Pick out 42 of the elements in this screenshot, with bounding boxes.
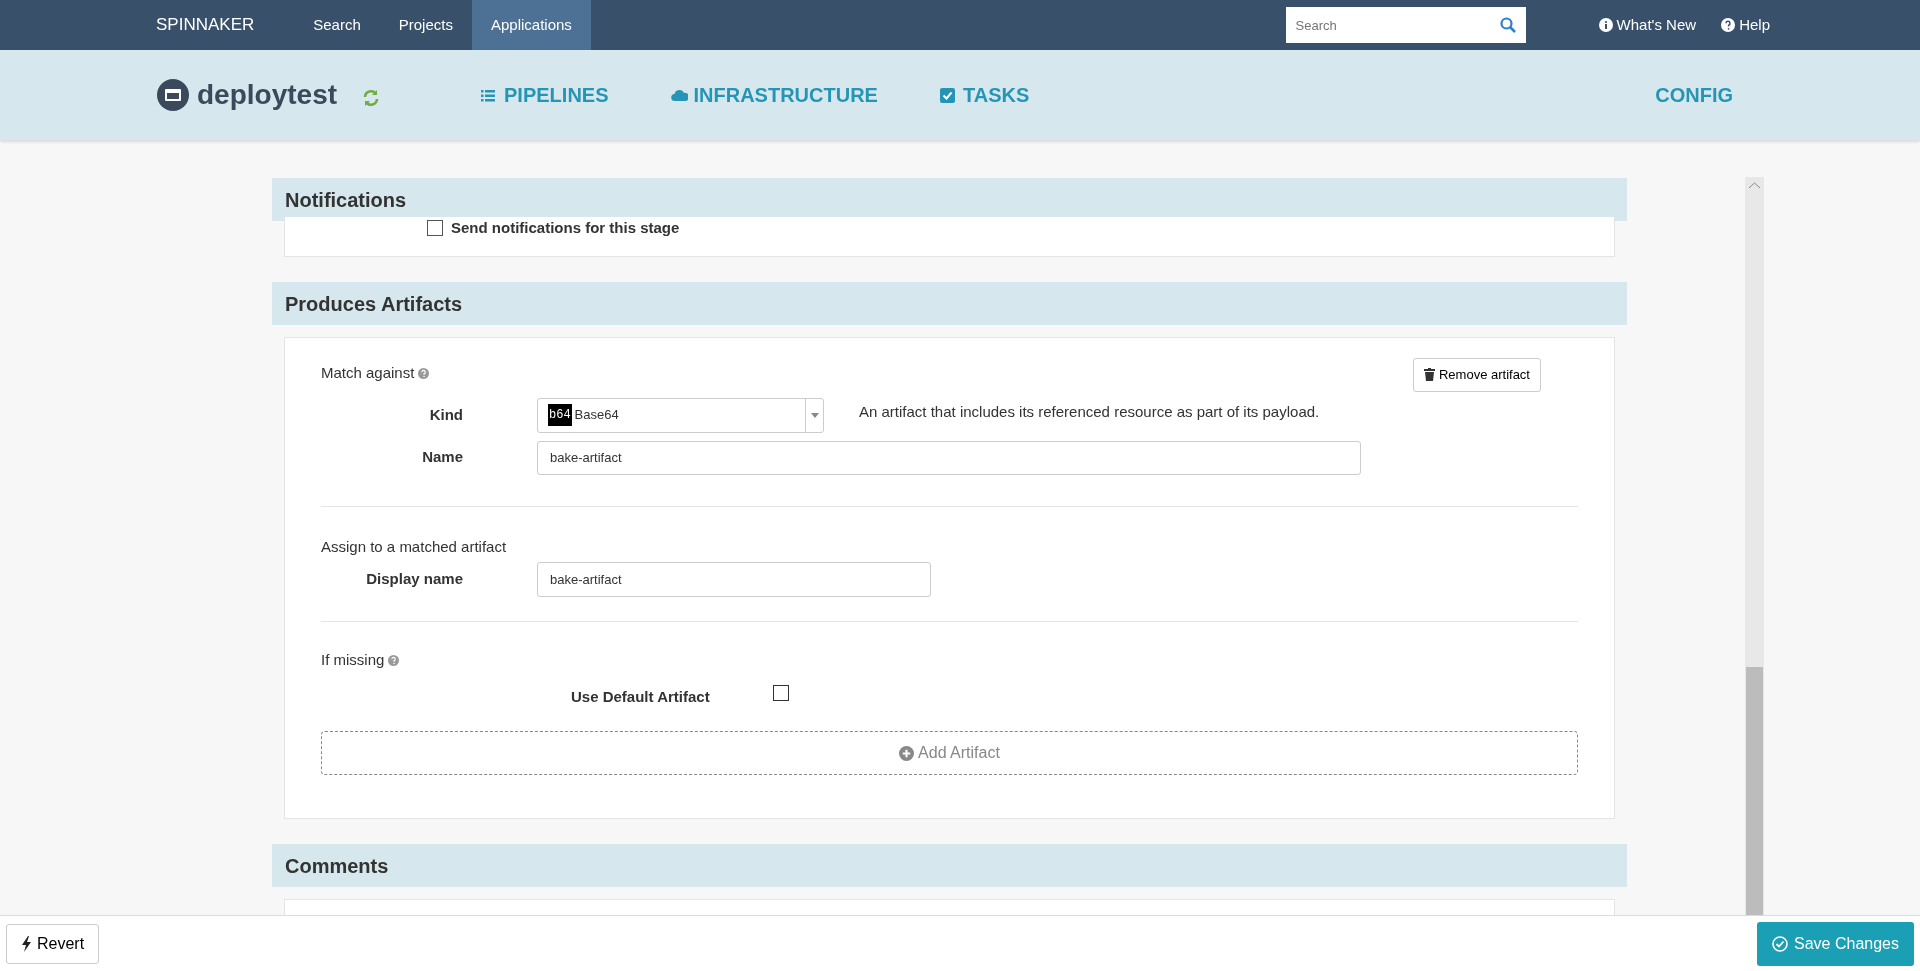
application-icon <box>157 79 189 111</box>
help-icon[interactable] <box>418 367 430 379</box>
info-icon <box>1598 18 1613 32</box>
checkbox-icon <box>939 87 957 103</box>
section-label: Assign to a matched artifact <box>321 536 508 557</box>
help-icon[interactable] <box>388 654 400 666</box>
nav-link[interactable]: Applications <box>471 0 591 50</box>
help-icon <box>1721 18 1736 32</box>
section-header: Comments <box>272 844 1627 887</box>
remove-artifact-button[interactable]: Remove artifact <box>1412 358 1541 392</box>
check-circle-icon <box>1772 935 1789 952</box>
cloud-icon <box>670 87 688 103</box>
scrollbar[interactable] <box>1745 177 1764 915</box>
application-name: deploytest <box>197 78 338 112</box>
whats-new-link[interactable]: What's New <box>1598 0 1697 50</box>
section-label: If missing <box>321 650 385 670</box>
checkbox[interactable] <box>427 220 443 237</box>
section-header: Produces Artifacts <box>272 282 1627 325</box>
plus-circle-icon <box>899 745 915 761</box>
revert-button[interactable]: Revert <box>6 923 100 964</box>
kind-dropdown[interactable]: b64 Base64 <box>537 397 824 433</box>
nav-link[interactable]: Search <box>294 0 380 50</box>
help-text: An artifact that includes its referenced resource as part of its payload. <box>859 402 1320 423</box>
checkbox-label: Send notifications for this stage <box>451 218 680 238</box>
field-label: Display name <box>365 569 463 590</box>
add-artifact-button[interactable]: Add Artifact <box>321 731 1578 775</box>
lightning-icon <box>21 935 32 952</box>
field-label: Name <box>421 447 463 468</box>
search-icon <box>1499 17 1516 33</box>
name-input[interactable]: bake-artifact <box>537 440 1361 475</box>
checkbox[interactable] <box>772 684 789 701</box>
field-label: Match against <box>321 363 415 383</box>
field-label: Kind <box>428 404 463 425</box>
scroll-up-icon[interactable] <box>1749 182 1760 188</box>
trash-icon <box>1423 368 1435 382</box>
display-name-input[interactable]: bake-artifact <box>537 562 931 597</box>
brand-logo[interactable]: SPINNAKER <box>156 0 255 50</box>
nav-link[interactable]: Projects <box>379 0 472 50</box>
help-link[interactable]: Help <box>1721 0 1770 50</box>
checkbox-label: Use Default Artifact <box>571 686 710 707</box>
section-header: Notifications <box>272 178 1627 221</box>
caret-icon <box>810 412 819 418</box>
